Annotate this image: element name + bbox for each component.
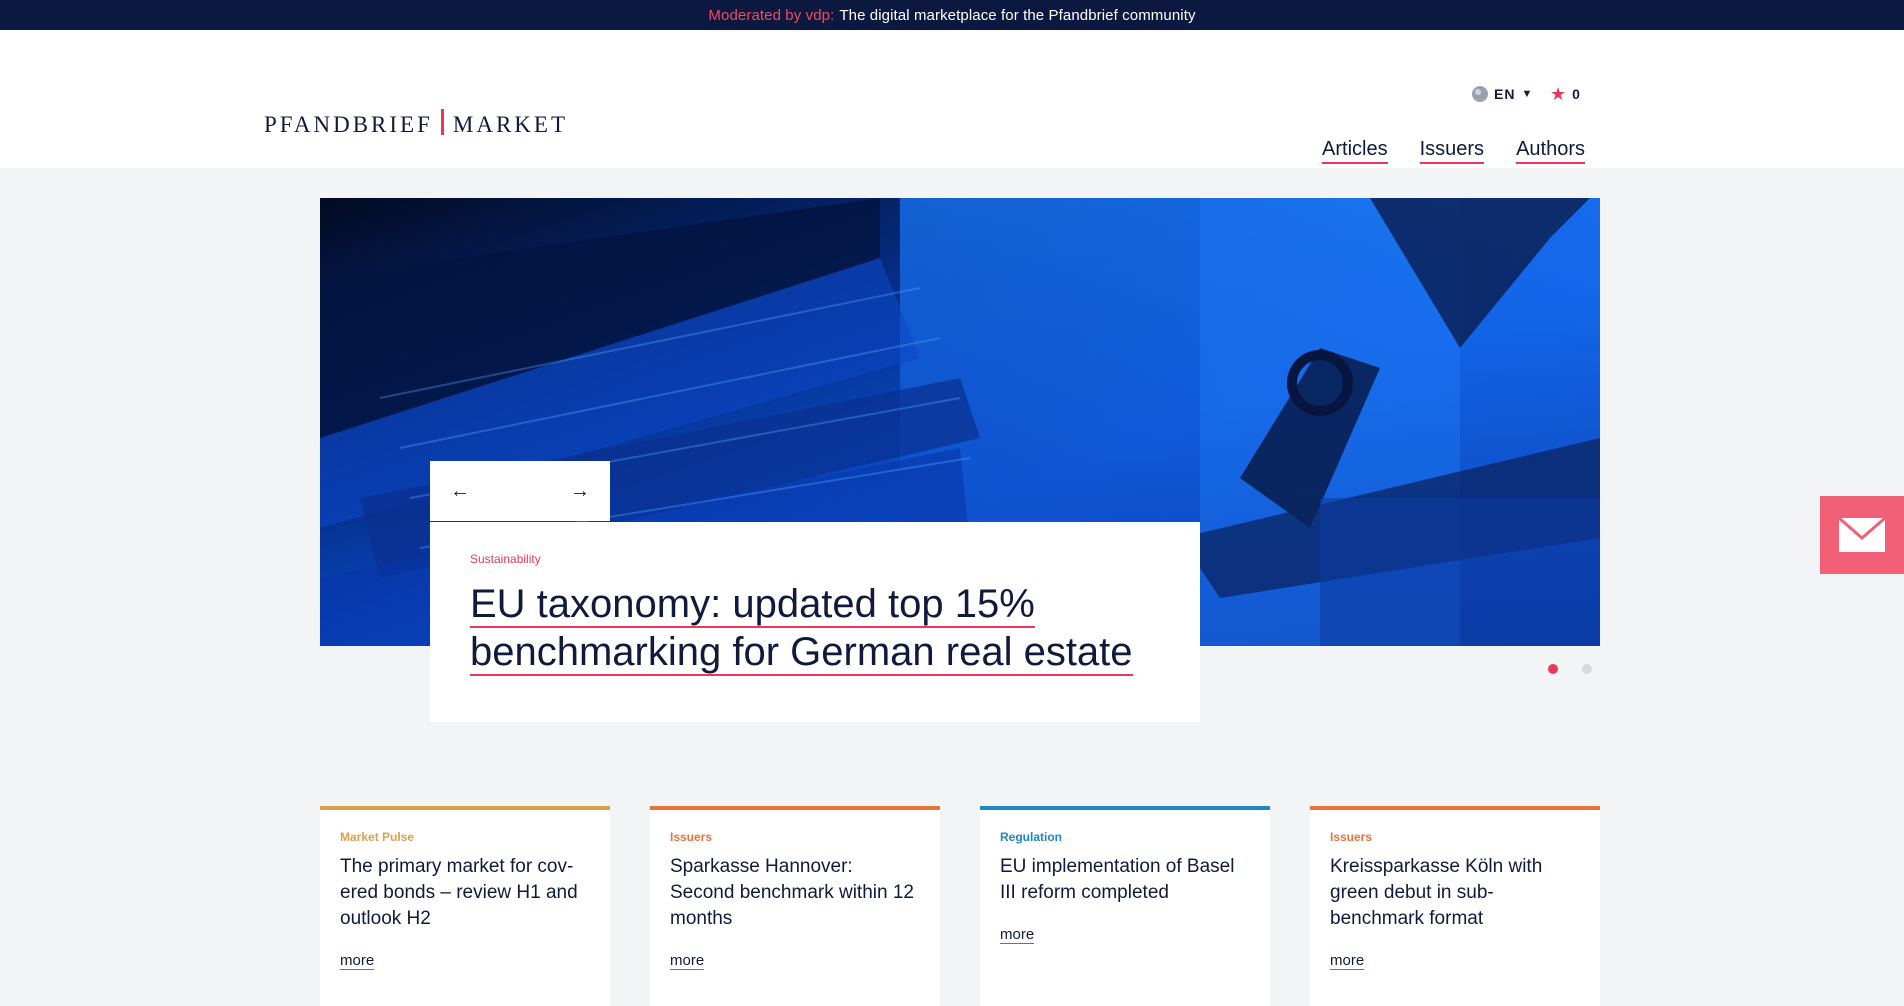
nav-articles[interactable]: Articles xyxy=(1322,138,1388,164)
chevron-down-icon: ▼ xyxy=(1521,88,1534,100)
card-title[interactable]: The primary market for cov-ered bonds – … xyxy=(340,854,590,932)
more-link[interactable]: more xyxy=(1000,926,1035,944)
card-category[interactable]: Market Pulse xyxy=(340,830,590,844)
hero-title[interactable]: EU taxonomy: updated top 15% benchmarkin… xyxy=(470,580,1160,676)
logo-text-left: PFANDBRIEF xyxy=(264,112,433,137)
card-title[interactable]: Sparkasse Hannover: Second benchmark wit… xyxy=(670,854,920,932)
hero-article-card[interactable]: Sustainability EU taxonomy: updated top … xyxy=(430,522,1200,722)
arrow-left-icon[interactable]: ← xyxy=(450,480,470,503)
article-cards: Market Pulse The primary market for cov-… xyxy=(320,806,1600,1006)
site-header: PFANDBRIEF MARKET EN ▼ ★ 0 Articles Issu… xyxy=(0,30,1904,168)
slider-dot-2[interactable] xyxy=(1582,664,1592,674)
logo-text-right: MARKET xyxy=(452,112,569,137)
slider-controls: ← → xyxy=(430,461,610,521)
more-link[interactable]: more xyxy=(340,952,375,970)
card-title[interactable]: Kreissparkasse Köln with green debut in … xyxy=(1330,854,1580,932)
main-nav: Articles Issuers Authors xyxy=(1322,138,1585,164)
card-title[interactable]: EU implementation of Basel III reform co… xyxy=(1000,854,1250,906)
article-card[interactable]: Issuers Sparkasse Hannover: Second bench… xyxy=(650,806,940,1006)
more-link[interactable]: more xyxy=(1330,952,1365,970)
star-icon: ★ xyxy=(1550,84,1567,104)
slider-dot-1[interactable] xyxy=(1548,664,1558,674)
article-card[interactable]: Market Pulse The primary market for cov-… xyxy=(320,806,610,1006)
card-category[interactable]: Regulation xyxy=(1000,830,1250,844)
hero-title-line2: benchmarking for German real estate xyxy=(470,630,1133,676)
nav-issuers[interactable]: Issuers xyxy=(1419,138,1485,164)
top-banner: Moderated by vdp: The digital marketplac… xyxy=(0,0,1904,30)
more-link[interactable]: more xyxy=(670,952,705,970)
language-switcher[interactable]: EN ▼ xyxy=(1472,86,1533,102)
tagline: The digital marketplace for the Pfandbri… xyxy=(839,6,1196,24)
hero-category[interactable]: Sustainability xyxy=(470,552,1160,566)
mail-icon xyxy=(1839,518,1885,552)
nav-authors[interactable]: Authors xyxy=(1516,138,1585,164)
newsletter-button[interactable] xyxy=(1820,496,1904,574)
arrow-right-icon[interactable]: → xyxy=(570,480,590,503)
article-card[interactable]: Regulation EU implementation of Basel II… xyxy=(980,806,1270,1006)
globe-icon xyxy=(1472,86,1488,102)
favorites-button[interactable]: ★ 0 xyxy=(1550,85,1580,103)
logo-divider xyxy=(440,109,444,135)
hero-title-line1: EU taxonomy: updated top 15% xyxy=(470,582,1035,628)
moderated-label: Moderated by vdp: xyxy=(708,6,835,24)
slider-dots xyxy=(1548,664,1592,674)
card-category[interactable]: Issuers xyxy=(670,830,920,844)
site-logo[interactable]: PFANDBRIEF MARKET xyxy=(264,107,568,143)
favorites-count: 0 xyxy=(1572,86,1580,102)
language-label: EN xyxy=(1494,86,1516,102)
article-card[interactable]: Issuers Kreissparkasse Köln with green d… xyxy=(1310,806,1600,1006)
card-category[interactable]: Issuers xyxy=(1330,830,1580,844)
